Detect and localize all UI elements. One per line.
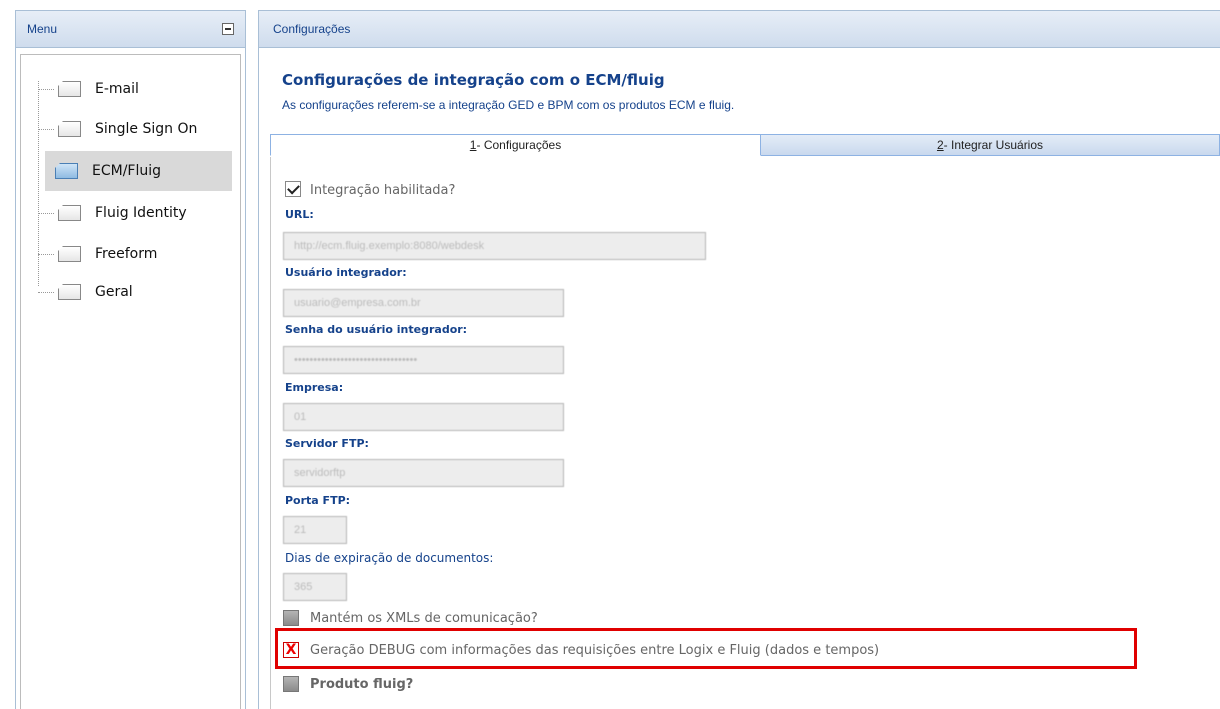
page-title: Configurações de integração com o ECM/fl… [282,71,665,89]
senha-label: Senha do usuário integrador: [285,323,468,336]
tab-configuracoes[interactable]: 1 - Configurações [270,134,761,156]
url-input[interactable]: http://ecm.fluig.exemplo:8080/webdesk [283,232,706,260]
menu-item-label: Single Sign On [95,121,198,137]
menu-item-label: Geral [95,284,133,300]
menu-item-single-sign-on[interactable]: Single Sign On [34,109,224,149]
menu-item-email[interactable]: E-mail [34,69,224,109]
menu-item-label: ECM/Fluig [92,163,162,179]
menu-item-freeform[interactable]: Freeform [34,234,224,274]
x-mark-icon: X [285,642,297,658]
tab-key: 1 [469,138,477,152]
xml-label: Mantém os XMLs de comunicação? [310,611,538,626]
menu-item-label: Freeform [95,246,158,262]
tab-bar: 1 - Configurações 2 - Integrar Usuários [270,134,1220,156]
menu-title: Menu [27,22,58,36]
tab-integrar-usuarios[interactable]: 2 - Integrar Usuários [761,134,1220,156]
senha-input[interactable]: •••••••••••••••••••••••••••••••• [283,346,564,374]
menu-panel: Menu E-mail Single Sign On ECM/Fluig Flu… [15,10,246,709]
url-label: URL: [285,208,314,221]
menu-item-label: Fluig Identity [95,205,187,221]
xml-checkbox[interactable] [283,610,299,626]
produto-checkbox[interactable] [283,676,299,692]
dias-input[interactable]: 365 [283,573,347,601]
ftp-input[interactable]: servidorftp [283,459,564,487]
content-header: Configurações [259,11,1220,48]
page-icon [58,121,81,137]
collapse-icon[interactable] [222,23,234,35]
menu-item-ecm-fluig[interactable]: ECM/Fluig [45,151,232,191]
menu-item-label: E-mail [95,81,139,97]
page-icon [58,246,81,262]
dias-label: Dias de expiração de documentos: [285,551,494,565]
page-subtitle: As configurações referem-se a integração… [282,98,735,112]
page-icon [58,284,81,300]
page-icon [58,205,81,221]
integracao-checkbox[interactable] [285,181,301,197]
usuario-input[interactable]: usuario@empresa.com.br [283,289,564,317]
debug-label: Geração DEBUG com informações das requis… [310,643,880,658]
tab-label: - Configurações [476,138,562,152]
menu-tree-container: E-mail Single Sign On ECM/Fluig Fluig Id… [20,54,241,709]
page-icon [58,81,81,97]
porta-label: Porta FTP: [285,494,351,507]
debug-checkbox[interactable]: X [283,642,299,658]
tab-label: - Integrar Usuários [943,138,1044,152]
porta-input[interactable]: 21 [283,516,347,544]
empresa-input[interactable]: 01 [283,403,564,431]
menu-item-geral[interactable]: Geral [34,272,224,312]
menu-header: Menu [16,11,245,48]
content-header-title: Configurações [273,22,351,36]
page-icon [55,163,78,179]
menu-item-fluig-identity[interactable]: Fluig Identity [34,193,224,233]
tab-key: 2 [936,138,944,152]
integracao-label: Integração habilitada? [310,183,456,198]
ftp-label: Servidor FTP: [285,437,369,450]
produto-label: Produto fluig? [310,677,414,692]
usuario-label: Usuário integrador: [285,266,407,279]
empresa-label: Empresa: [285,381,344,394]
